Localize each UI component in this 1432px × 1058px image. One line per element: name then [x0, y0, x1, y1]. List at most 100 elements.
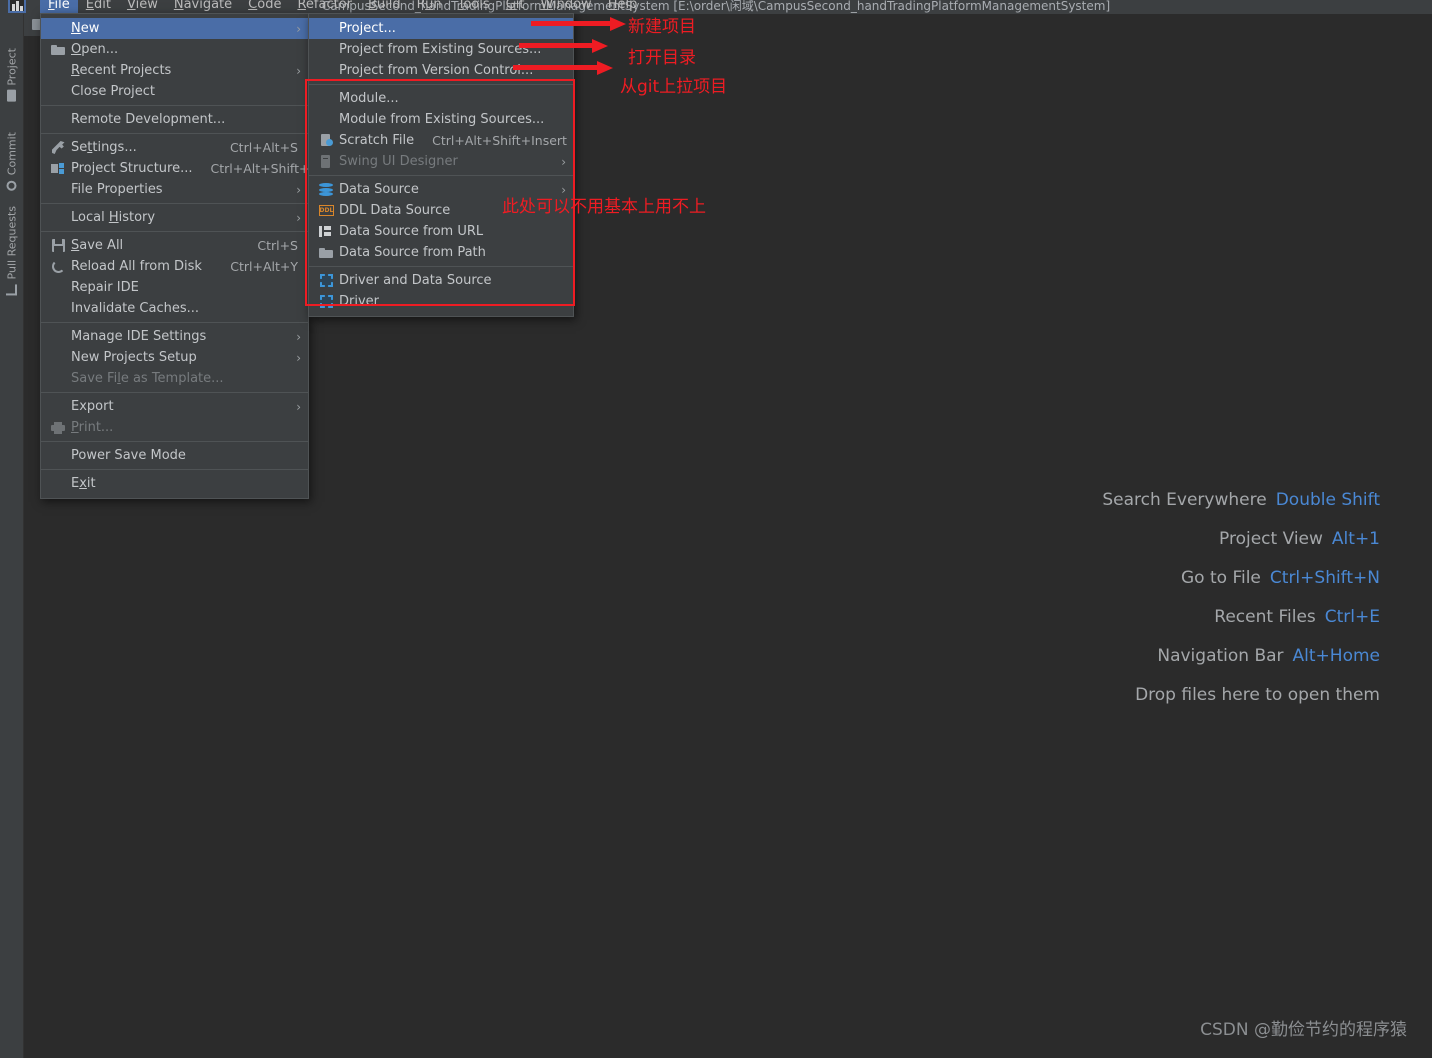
swing-ui-icon: [317, 154, 335, 170]
menu-item-label: Manage IDE Settings: [71, 329, 207, 344]
new-submenu-item-data-source-from-path[interactable]: Data Source from Path: [309, 242, 573, 263]
file-menu-item-manage-ide-settings[interactable]: Manage IDE Settings ›: [41, 326, 308, 347]
no-icon: [49, 329, 67, 345]
file-menu-item-new[interactable]: New ›: [41, 18, 308, 39]
menu-item-label: Export: [71, 399, 114, 414]
menu-item-label: Invalidate Caches...: [71, 301, 200, 316]
no-icon: [317, 42, 335, 58]
new-submenu-item-scratch-file[interactable]: Scratch File Ctrl+Alt+Shift+Insert: [309, 130, 573, 151]
menu-separator: [41, 469, 308, 470]
pull-request-icon: [6, 283, 18, 296]
annotation-note-open-dir: 打开目录: [628, 48, 696, 68]
sidebar-item-commit[interactable]: Commit: [0, 132, 24, 191]
folder-icon: [7, 89, 17, 102]
menu-item-label: Remote Development...: [71, 112, 226, 127]
menu-separator: [41, 231, 308, 232]
no-icon: [49, 350, 67, 366]
menu-separator: [41, 105, 308, 106]
menu-item-label: Save File as Template...: [71, 371, 224, 386]
menubar-tools[interactable]: Tools: [450, 0, 498, 14]
file-menu-item-settings[interactable]: Settings... Ctrl+Alt+S: [41, 137, 308, 158]
hint-search-everywhere: Search Everywhere Double Shift: [1102, 490, 1380, 529]
hint-label: Project View: [1219, 529, 1323, 549]
new-submenu-item-module-from-existing-sources[interactable]: Module from Existing Sources...: [309, 109, 573, 130]
wrench-icon: [49, 140, 67, 156]
menubar-window[interactable]: Window: [532, 0, 599, 14]
hint-label: Navigation Bar: [1157, 646, 1284, 666]
new-submenu-popup[interactable]: Project... Project from Existing Sources.…: [308, 13, 574, 317]
file-menu-popup[interactable]: New › Open... Recent Projects › Close Project…: [40, 13, 317, 499]
menubar-edit[interactable]: Edit: [78, 0, 119, 14]
sidebar-item-label: Project: [5, 48, 19, 86]
annotation-note-new-project: 新建项目: [628, 17, 696, 37]
file-menu-item-remote-development[interactable]: Remote Development...: [41, 109, 308, 130]
sidebar-item-project[interactable]: Project: [0, 48, 24, 102]
csdn-watermark: CSDN @勤俭节约的程序猿: [1200, 1020, 1407, 1040]
file-menu-item-exit[interactable]: Exit: [41, 473, 308, 494]
menubar-file[interactable]: File: [40, 0, 78, 14]
menubar-run[interactable]: Run: [409, 0, 450, 14]
file-menu-item-save-all[interactable]: Save All Ctrl+S: [41, 235, 308, 256]
new-submenu-item-driver-and-data-source[interactable]: Driver and Data Source: [309, 270, 573, 291]
menu-item-label: File Properties: [71, 182, 163, 197]
file-menu-item-new-projects-setup[interactable]: New Projects Setup ›: [41, 347, 308, 368]
hint-label: Go to File: [1181, 568, 1261, 588]
hint-navigation-bar: Navigation Bar Alt+Home: [1102, 646, 1380, 685]
chevron-right-icon: ›: [296, 21, 301, 36]
file-menu-item-local-history[interactable]: Local History ›: [41, 207, 308, 228]
sidebar-item-pull-requests[interactable]: Pull Requests: [0, 206, 24, 296]
file-menu-item-recent-projects[interactable]: Recent Projects ›: [41, 60, 308, 81]
file-menu-item-save-file-as-template: Save File as Template...: [41, 368, 308, 389]
file-menu-item-reload-all-from-disk[interactable]: Reload All from Disk Ctrl+Alt+Y: [41, 256, 308, 277]
menu-item-shortcut: Ctrl+Alt+S: [229, 140, 298, 155]
ide-window: CampusSecond_handTradingPlatformManageme…: [0, 0, 1432, 1058]
scratch-file-icon: [317, 133, 335, 149]
menu-separator: [309, 266, 573, 267]
file-menu-item-power-save-mode[interactable]: Power Save Mode: [41, 445, 308, 466]
hint-label: Recent Files: [1214, 607, 1316, 627]
menu-item-label: Driver and Data Source: [339, 273, 492, 288]
sidebar-item-label: Commit: [5, 132, 19, 176]
file-menu-item-open[interactable]: Open...: [41, 39, 308, 60]
menu-separator: [309, 175, 573, 176]
menu-separator: [41, 392, 308, 393]
menubar-build[interactable]: Build: [360, 0, 409, 14]
no-icon: [49, 182, 67, 198]
new-submenu-item-data-source-from-url[interactable]: Data Source from URL: [309, 221, 573, 242]
file-menu-item-invalidate-caches[interactable]: Invalidate Caches...: [41, 298, 308, 319]
new-submenu-item-driver[interactable]: Driver: [309, 291, 573, 312]
menubar-view[interactable]: View: [119, 0, 166, 14]
menubar-code[interactable]: Code: [240, 0, 289, 14]
file-menu-item-repair-ide[interactable]: Repair IDE: [41, 277, 308, 298]
menu-item-label: Data Source from URL: [339, 224, 484, 239]
hint-label: Drop files here to open them: [1135, 685, 1380, 705]
folder-icon: [317, 245, 335, 261]
menu-item-label: Module...: [339, 91, 399, 106]
no-icon: [49, 210, 67, 226]
annotation-arrow-open-dir: [519, 39, 614, 53]
annotation-note-git-pull: 从git上拉项目: [620, 77, 728, 97]
ddl-icon: DDL: [318, 205, 334, 216]
file-menu-item-export[interactable]: Export ›: [41, 396, 308, 417]
reload-icon: [49, 259, 67, 275]
hint-recent-files: Recent Files Ctrl+E: [1102, 607, 1380, 646]
no-icon: [49, 448, 67, 464]
no-icon: [49, 399, 67, 415]
menu-item-label: Project...: [339, 21, 396, 36]
file-menu-item-close-project[interactable]: Close Project: [41, 81, 308, 102]
file-menu-item-file-properties[interactable]: File Properties ›: [41, 179, 308, 200]
annotation-arrow-git-pull: [513, 61, 618, 75]
file-menu-item-project-structure[interactable]: Project Structure... Ctrl+Alt+Shift+S: [41, 158, 317, 179]
url-icon: [317, 224, 335, 240]
menu-bar[interactable]: File Edit View Navigate Code Refactor Build Run…: [40, 0, 645, 14]
project-structure-icon: [49, 161, 67, 177]
menubar-refactor[interactable]: Refactor: [289, 0, 360, 14]
menubar-navigate[interactable]: Navigate: [166, 0, 240, 14]
annotation-arrow-new-project: [531, 17, 626, 31]
new-submenu-item-swing-ui-designer: Swing UI Designer ›: [309, 151, 573, 172]
menu-item-label: Settings...: [71, 140, 137, 155]
menubar-git[interactable]: Git: [498, 0, 533, 14]
no-icon: [49, 21, 67, 37]
new-submenu-item-module[interactable]: Module...: [309, 88, 573, 109]
hint-shortcut: Alt+1: [1331, 529, 1380, 549]
